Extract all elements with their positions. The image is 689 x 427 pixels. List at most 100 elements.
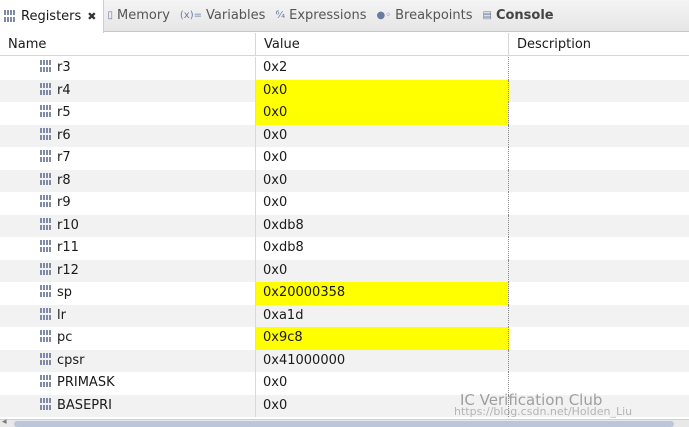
tab-variables[interactable]: (x)= Variables [176,0,272,32]
register-description-cell [509,215,689,238]
register-value-cell[interactable]: 0x0 [256,79,509,102]
table-row[interactable]: r7 0x0 [0,147,689,170]
register-name: lr [57,307,66,323]
table-row[interactable]: r3 0x2 [0,57,689,80]
table-row[interactable]: r6 0x0 [0,124,689,148]
table-row[interactable]: lr 0xa1d [0,304,689,328]
register-name-cell[interactable]: r7 [0,147,256,170]
register-value-cell[interactable]: 0xdb8 [256,237,509,260]
tab-memory[interactable]: ▯ Memory [104,0,176,32]
register-value-cell[interactable]: 0x0 [256,169,509,192]
table-row[interactable]: r11 0xdb8 [0,237,689,260]
register-value-cell[interactable]: 0x20000358 [256,282,509,305]
column-header-description[interactable]: Description [509,33,689,56]
expressions-icon: ⁶⁄₄ [275,10,286,21]
register-name-cell[interactable]: PRIMASK [0,372,256,395]
register-value-cell[interactable]: 0xdb8 [256,214,509,237]
tab-expressions-label: Expressions [289,8,367,23]
register-description-cell [509,147,689,170]
table-row[interactable]: r4 0x0 [0,79,689,102]
tab-variables-label: Variables [206,8,266,23]
scroll-left-icon[interactable]: ◂ [2,417,7,427]
register-name-cell[interactable]: r5 [0,102,256,125]
table-row[interactable]: cpsr 0x41000000 [0,349,689,372]
table-header: Name Value Description [0,33,689,56]
tab-breakpoints-label: Breakpoints [395,8,473,23]
register-name: cpsr [57,352,85,368]
table-row[interactable]: r9 0x0 [0,192,689,215]
table-row[interactable]: r10 0xdb8 [0,214,689,238]
register-icon [40,150,53,162]
register-name: sp [57,285,73,300]
tab-registers-label: Registers [21,8,82,24]
register-description-cell [509,192,689,215]
table-row[interactable]: pc 0x9c8 [0,327,689,350]
register-icon [40,60,53,72]
register-name: r4 [57,82,71,98]
register-name-cell[interactable]: pc [0,327,256,350]
table-row[interactable]: r12 0x0 [0,259,689,283]
register-name-cell[interactable]: r3 [0,57,256,80]
register-description-cell [509,125,689,148]
register-name-cell[interactable]: r10 [0,214,256,237]
scrollbar-thumb[interactable] [14,421,674,427]
register-name-cell[interactable]: lr [0,304,256,327]
tab-breakpoints[interactable]: ●◦ Breakpoints [372,0,478,32]
register-value-cell[interactable]: 0x0 [256,147,509,170]
register-icon [40,262,53,275]
table-row[interactable]: r8 0x0 [0,169,689,192]
register-name-cell[interactable]: BASEPRI [0,394,256,417]
register-description-cell [509,102,689,125]
register-description-cell [509,57,689,80]
register-icon [40,352,53,365]
register-name-cell[interactable]: r6 [0,124,256,147]
register-name-cell[interactable]: r12 [0,259,256,282]
memory-icon: ▯ [107,10,114,21]
register-name-cell[interactable]: r11 [0,237,256,260]
register-name-cell[interactable]: r8 [0,169,256,192]
horizontal-scrollbar[interactable]: ◂ [0,417,689,427]
register-value-cell[interactable]: 0x0 [256,192,509,215]
register-icon [40,172,53,185]
register-icon [40,330,53,342]
registers-icon [4,10,17,22]
close-icon[interactable]: ✖ [87,10,96,23]
column-header-value[interactable]: Value [256,33,509,56]
table-row[interactable]: r5 0x0 [0,102,689,125]
view-tab-bar: Registers ✖ ▯ Memory (x)= Variables ⁶⁄₄ … [0,0,689,33]
register-name-cell[interactable]: r4 [0,79,256,102]
register-description-cell [509,237,689,260]
register-icon [40,217,53,230]
register-name: PRIMASK [57,375,115,390]
tab-registers[interactable]: Registers ✖ [0,0,104,33]
register-name: r6 [57,127,71,143]
register-description-cell [509,260,689,283]
register-name: r5 [57,105,71,120]
register-value-cell[interactable]: 0x2 [256,57,509,80]
tab-expressions[interactable]: ⁶⁄₄ Expressions [271,0,372,32]
register-name: r8 [57,172,71,188]
register-value-cell[interactable]: 0x41000000 [256,349,509,372]
register-name: pc [57,330,73,345]
register-name: r7 [57,150,71,165]
register-name: r10 [57,217,79,233]
register-icon [40,82,53,95]
register-description-cell [509,327,689,350]
register-name-cell[interactable]: cpsr [0,349,256,372]
register-value-cell[interactable]: 0x9c8 [256,327,509,350]
register-description-cell [509,305,689,328]
register-name: r11 [57,240,79,255]
register-value-cell[interactable]: 0xa1d [256,304,509,327]
register-value-cell[interactable]: 0x0 [256,124,509,147]
register-name-cell[interactable]: r9 [0,192,256,215]
register-value-cell[interactable]: 0x0 [256,259,509,282]
column-header-name[interactable]: Name [0,33,256,56]
register-description-cell [509,282,689,305]
tab-console[interactable]: ▤ Console [479,0,560,32]
register-name-cell[interactable]: sp [0,282,256,305]
register-value-cell[interactable]: 0x0 [256,102,509,125]
table-row[interactable]: sp 0x20000358 [0,282,689,305]
register-icon [40,127,53,140]
register-icon [40,195,53,207]
register-name: r9 [57,195,71,210]
